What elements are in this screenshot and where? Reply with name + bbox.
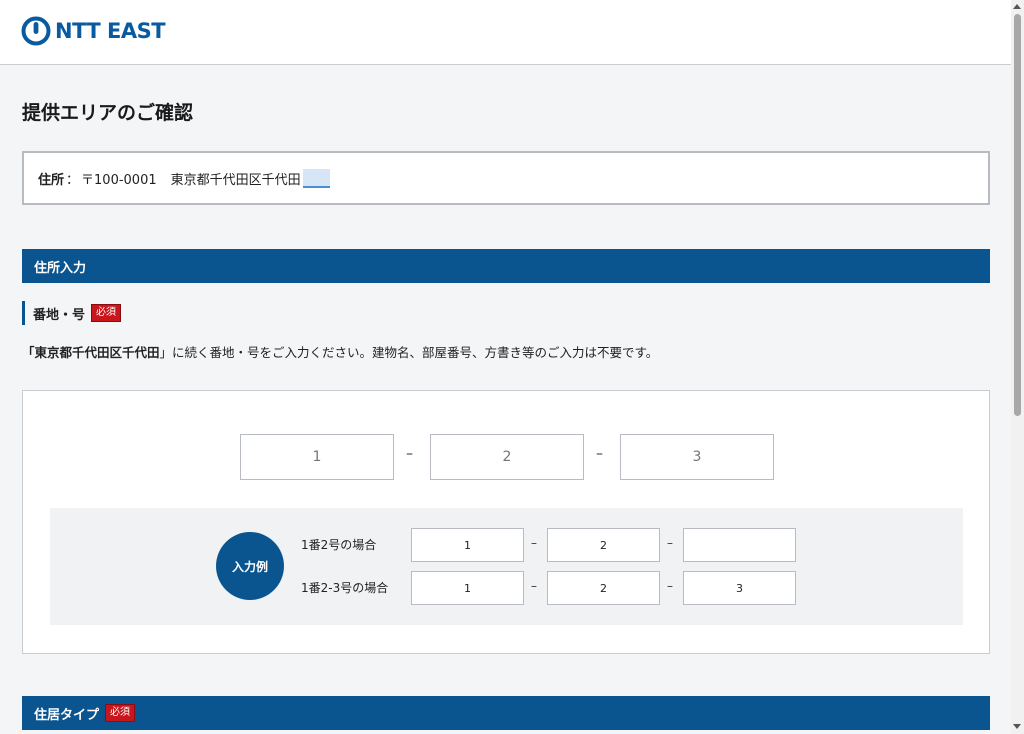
instruction-prefix: 「 [22, 345, 35, 360]
section-address-input: 住所入力 [22, 249, 990, 283]
dash: – [406, 446, 413, 462]
dash: – [531, 536, 537, 550]
section-title: 住居タイプ [34, 707, 100, 723]
scroll-up-arrow-icon[interactable] [1013, 4, 1021, 9]
instruction-area: 東京都千代田区千代田 [34, 345, 160, 360]
scrollbar-thumb[interactable] [1014, 14, 1021, 416]
example-row-label: 1番2-3号の場合 [301, 581, 389, 595]
address-summary: 住所 ： 〒100-0001 東京都千代田区千代田 [22, 151, 990, 205]
banchi-heading: 番地・号 必須 [22, 301, 122, 325]
required-badge: 必須 [105, 704, 136, 722]
banchi-label: 番地・号 [33, 307, 86, 323]
address-separator: ： [66, 172, 80, 188]
address-label: 住所 [38, 172, 65, 188]
ntt-logo-icon [21, 16, 51, 46]
example-row-label: 1番2号の場合 [301, 538, 377, 552]
example-badge: 入力例 [216, 532, 284, 600]
scroll-down-arrow-icon[interactable] [1013, 724, 1021, 729]
banchi-input-3[interactable] [620, 434, 774, 480]
vertical-scrollbar[interactable] [1011, 0, 1024, 734]
section-residence-type: 住居タイプ 必須 [22, 696, 990, 730]
example-value-box: 3 [683, 571, 796, 605]
page-title: 提供エリアのご確認 [22, 102, 194, 124]
address-postal: 〒100-0001 [81, 172, 157, 188]
input-example: 入力例 1番2号の場合 1 – 2 – 1番2-3号の場合 1 – 2 – 3 [50, 508, 963, 625]
dash: – [667, 536, 673, 550]
address-banchi-placeholder [302, 168, 330, 188]
example-value-box: 2 [547, 528, 660, 562]
banchi-input-1[interactable] [240, 434, 394, 480]
section-title: 住所入力 [34, 260, 87, 276]
example-value-box: 2 [547, 571, 660, 605]
instruction-suffix: 」に続く番地・号をご入力ください。建物名、部屋番号、方書き等のご入力は不要です。 [159, 345, 659, 360]
site-header: NTT EAST [0, 0, 1011, 65]
address-city: 東京都千代田区千代田 [170, 172, 301, 188]
banchi-input-2[interactable] [430, 434, 584, 480]
example-value-box: 1 [411, 528, 524, 562]
ntt-east-logo[interactable]: NTT EAST [21, 16, 166, 46]
banchi-instruction: 「東京都千代田区千代田」に続く番地・号をご入力ください。建物名、部屋番号、方書き… [22, 342, 658, 361]
example-value-box: 1 [411, 571, 524, 605]
logo-text: NTT EAST [55, 19, 166, 43]
dash: – [531, 579, 537, 593]
banchi-input-panel: – – 入力例 1番2号の場合 1 – 2 – 1番2-3号の場合 1 – 2 … [22, 390, 990, 654]
dash: – [596, 446, 603, 462]
required-badge: 必須 [91, 304, 122, 322]
example-value-box [683, 528, 796, 562]
dash: – [667, 579, 673, 593]
